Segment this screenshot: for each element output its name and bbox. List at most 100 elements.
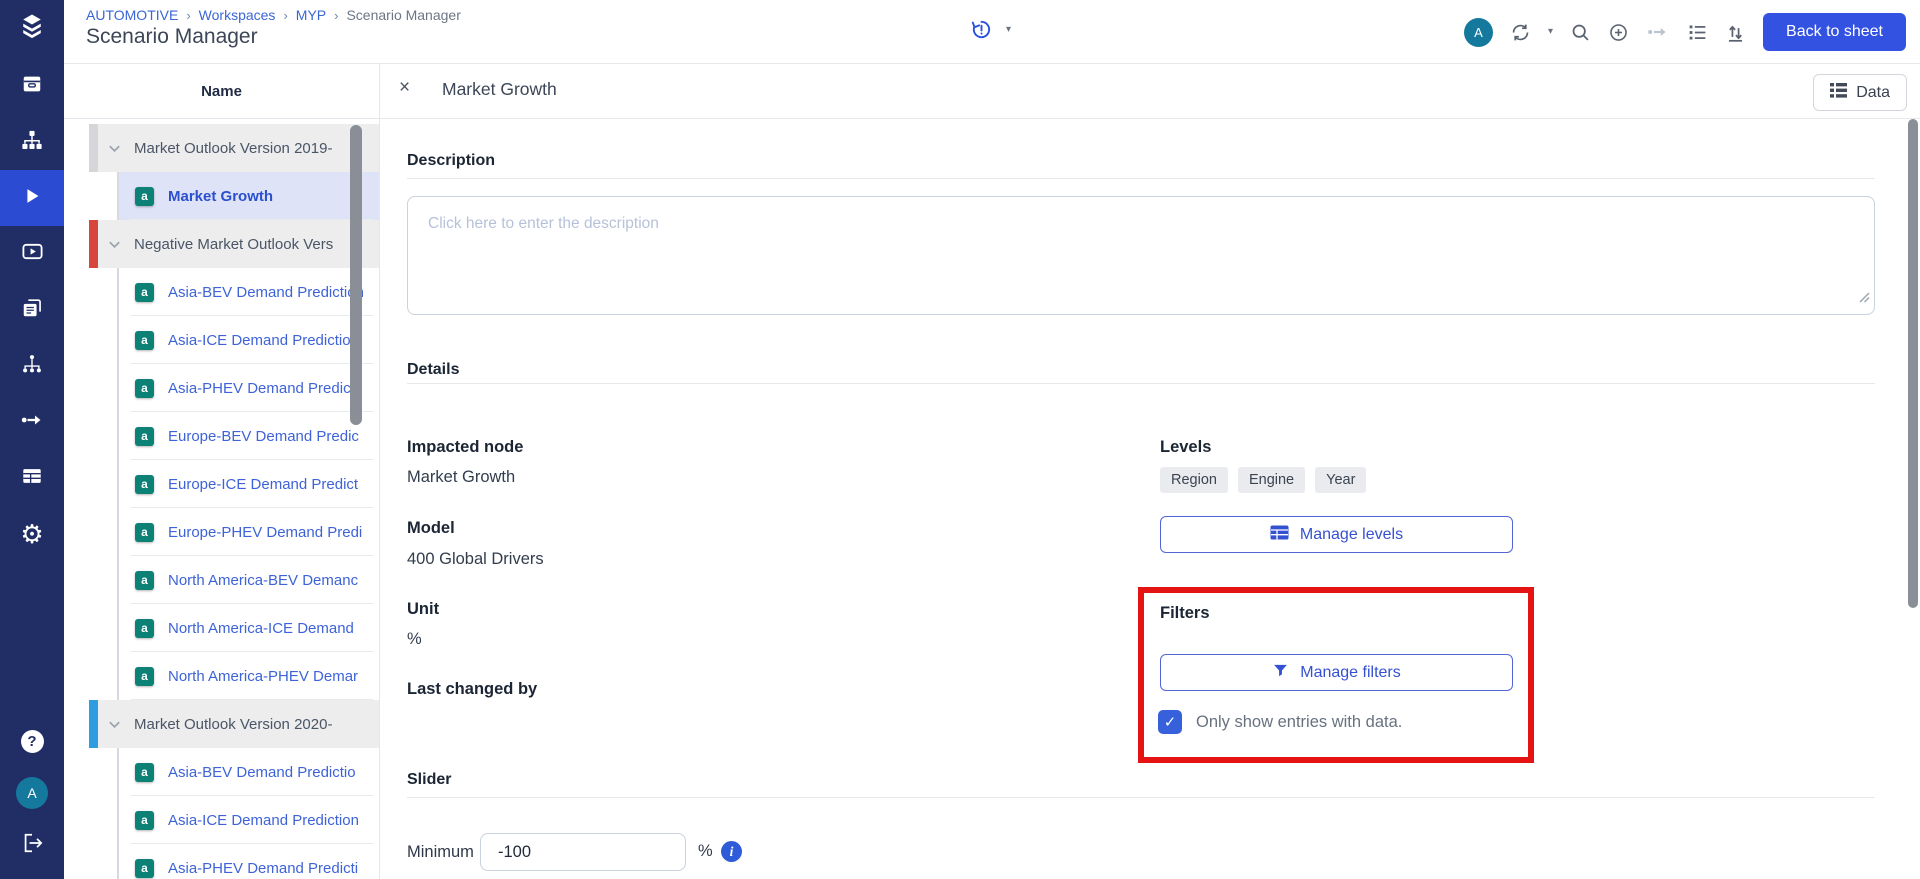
- tree-item-label[interactable]: Asia-ICE Demand Prediction: [168, 812, 359, 829]
- tree-item-row[interactable]: a Asia-ICE Demand Prediction: [117, 796, 379, 844]
- tree-rows: Market Outlook Version 2019-aMarket Grow…: [64, 124, 379, 879]
- help-button[interactable]: ?: [0, 715, 64, 767]
- breadcrumb: AUTOMOTIVE›Workspaces›MYP›Scenario Manag…: [86, 7, 461, 23]
- close-icon[interactable]: ×: [399, 77, 410, 99]
- table-icon: [21, 465, 43, 492]
- topbar-actions: A ▾ Back to sheet: [1464, 0, 1906, 64]
- breadcrumb-current: Scenario Manager: [346, 7, 460, 23]
- levels-label: Levels: [1160, 438, 1211, 457]
- archive-icon: [21, 73, 43, 100]
- app-logo[interactable]: [0, 0, 64, 58]
- breadcrumb-link[interactable]: AUTOMOTIVE: [86, 7, 178, 23]
- info-icon[interactable]: i: [721, 841, 742, 862]
- logout-button[interactable]: [0, 819, 64, 871]
- sidebar-item-play[interactable]: [0, 170, 64, 226]
- tree-item-row[interactable]: aAsia-BEV Demand Predictio: [117, 748, 379, 796]
- tree-item-row[interactable]: a Asia-PHEV Demand Predicti: [117, 844, 379, 879]
- tree-item-label[interactable]: Europe-BEV Demand Predic: [168, 428, 359, 445]
- tree-group-row[interactable]: Market Outlook Version 2019-: [89, 124, 379, 172]
- tree-item-label[interactable]: North America-BEV Demanc: [168, 572, 358, 589]
- refresh-icon[interactable]: [1510, 22, 1531, 43]
- gear-icon: ⚙: [20, 521, 43, 547]
- tree-group-label: Market Outlook Version 2019-: [134, 140, 332, 157]
- tree-item-row[interactable]: aAsia-BEV Demand Prediction: [117, 268, 379, 316]
- history-caret-icon[interactable]: ▾: [1006, 25, 1011, 35]
- divider: [407, 797, 1875, 798]
- node-type-icon: a: [135, 811, 154, 830]
- tree-item-row[interactable]: a North America-BEV Demanc: [117, 556, 379, 604]
- sidebar-item-screens[interactable]: [0, 282, 64, 338]
- tree-item-row[interactable]: a North America-ICE Demand: [117, 604, 379, 652]
- manage-filters-label: Manage filters: [1300, 664, 1401, 682]
- data-grid-icon: [1830, 83, 1847, 103]
- list-view-icon[interactable]: [1687, 22, 1708, 43]
- node-type-icon: a: [135, 619, 154, 638]
- chevron-down-icon[interactable]: [107, 141, 122, 156]
- slider-heading: Slider: [407, 771, 451, 789]
- main-scrollbar[interactable]: [1908, 119, 1918, 608]
- tree-item-row[interactable]: aNorth America-PHEV Demar: [117, 652, 379, 700]
- sidebar-item-video[interactable]: [0, 226, 64, 282]
- sidebar-item-network[interactable]: [0, 338, 64, 394]
- unit-label: Unit: [407, 600, 439, 619]
- description-textarea[interactable]: [407, 196, 1875, 315]
- chevron-down-icon[interactable]: [107, 717, 122, 732]
- manage-filters-button[interactable]: Manage filters: [1160, 654, 1513, 691]
- page-title: Scenario Manager: [86, 25, 258, 49]
- tree-item-row[interactable]: aEurope-PHEV Demand Predi: [117, 508, 379, 556]
- tree-item-label[interactable]: Asia-PHEV Demand Predicti: [168, 380, 358, 397]
- impacted-node-value: Market Growth: [407, 468, 515, 487]
- node-type-icon: a: [135, 859, 154, 878]
- back-to-sheet-button[interactable]: Back to sheet: [1763, 13, 1906, 51]
- user-avatar[interactable]: A: [1464, 18, 1493, 47]
- breadcrumb-link[interactable]: Workspaces: [199, 7, 276, 23]
- play-icon: [21, 185, 43, 212]
- details-heading: Details: [407, 361, 459, 379]
- chevron-down-icon[interactable]: [107, 237, 122, 252]
- sidebar-item-table[interactable]: [0, 450, 64, 506]
- search-icon[interactable]: [1570, 22, 1591, 43]
- tree-item-label[interactable]: Market Growth: [168, 188, 273, 205]
- model-value: 400 Global Drivers: [407, 550, 544, 569]
- level-chips: RegionEngineYear: [1160, 467, 1366, 493]
- tree-item-row[interactable]: aMarket Growth: [117, 172, 379, 220]
- node-type-icon: a: [135, 571, 154, 590]
- tree-group-row[interactable]: Market Outlook Version 2020-: [89, 700, 379, 748]
- jump-arrow-icon[interactable]: [1646, 20, 1670, 44]
- tree-item-label[interactable]: North America-PHEV Demar: [168, 668, 358, 685]
- tree-item-label[interactable]: Europe-PHEV Demand Predi: [168, 524, 362, 541]
- tree-group-label: Market Outlook Version 2020-: [134, 716, 332, 733]
- add-icon[interactable]: [1608, 22, 1629, 43]
- sidebar-item-archive[interactable]: [0, 58, 64, 114]
- manage-levels-button[interactable]: Manage levels: [1160, 516, 1513, 553]
- minimum-input[interactable]: [480, 833, 686, 871]
- tree-item-label[interactable]: Europe-ICE Demand Predict: [168, 476, 358, 493]
- tree-item-row[interactable]: aAsia-PHEV Demand Predicti: [117, 364, 379, 412]
- tree-scrollbar[interactable]: [350, 125, 362, 425]
- tree-item-row[interactable]: aEurope-BEV Demand Predic: [117, 412, 379, 460]
- scenario-tree-panel: Name Market Outlook Version 2019-aMarket…: [64, 64, 380, 879]
- tree-group-row[interactable]: Negative Market Outlook Vers: [89, 220, 379, 268]
- breadcrumb-separator: ›: [334, 8, 338, 23]
- tree-item-label[interactable]: North America-ICE Demand: [168, 620, 354, 637]
- tree-item-label[interactable]: Asia-BEV Demand Prediction: [168, 284, 364, 301]
- breadcrumb-link[interactable]: MYP: [296, 7, 326, 23]
- data-button[interactable]: Data: [1813, 74, 1907, 111]
- tree-item-label[interactable]: Asia-PHEV Demand Predicti: [168, 860, 358, 877]
- tree-item-row[interactable]: aEurope-ICE Demand Predict: [117, 460, 379, 508]
- only-show-entries-checkbox[interactable]: ✓: [1158, 710, 1182, 734]
- org-chart-icon: [21, 129, 43, 156]
- tree-item-row[interactable]: aAsia-ICE Demand Prediction: [117, 316, 379, 364]
- refresh-caret-icon[interactable]: ▾: [1548, 27, 1553, 37]
- tree-item-label[interactable]: Asia-ICE Demand Prediction: [168, 332, 359, 349]
- tree-header: Name: [64, 64, 379, 119]
- sidebar-item-flow-arrow[interactable]: [0, 394, 64, 450]
- import-export-icon[interactable]: [1725, 22, 1746, 43]
- history-icon[interactable]: [970, 18, 993, 41]
- tree-group-label: Negative Market Outlook Vers: [134, 236, 333, 253]
- flow-arrow-icon: [20, 408, 44, 437]
- sidebar-avatar-button[interactable]: A: [0, 767, 64, 819]
- tree-item-label[interactable]: Asia-BEV Demand Predictio: [168, 764, 356, 781]
- sidebar-item-gear[interactable]: ⚙: [0, 506, 64, 562]
- sidebar-item-org-chart[interactable]: [0, 114, 64, 170]
